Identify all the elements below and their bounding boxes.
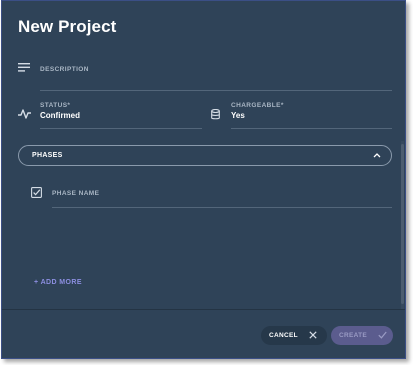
phases-label: PHASES [32, 152, 63, 159]
create-button[interactable]: CREATE [331, 326, 393, 345]
description-label: DESCRIPTION [40, 66, 89, 73]
chargeable-underline [231, 128, 392, 129]
scrollbar-thumb[interactable] [401, 144, 404, 304]
close-icon [309, 331, 317, 339]
chargeable-field[interactable]: Yes [231, 111, 245, 120]
notes-icon [18, 63, 30, 72]
check-icon [378, 331, 387, 339]
add-more-link[interactable]: + ADD MORE [34, 279, 82, 286]
status-underline [40, 128, 202, 129]
create-button-label: CREATE [339, 332, 368, 339]
status-field[interactable]: Confirmed [40, 111, 80, 120]
new-project-dialog: New Project DESCRIPTION STATUS* Confirme… [1, 0, 406, 359]
checkbox-checked-icon[interactable] [31, 187, 42, 198]
phases-section-toggle[interactable]: PHASES [18, 145, 392, 166]
database-icon [211, 109, 220, 120]
chargeable-label: CHARGEABLE* [231, 102, 284, 109]
activity-icon [18, 109, 31, 119]
chevron-up-icon [373, 153, 381, 158]
phase-name-underline [52, 207, 392, 208]
footer-divider [2, 309, 405, 310]
phase-name-field[interactable] [52, 197, 392, 207]
status-label: STATUS* [40, 102, 71, 109]
dialog-title: New Project [18, 17, 117, 36]
cancel-button[interactable]: CANCEL [261, 326, 327, 345]
description-field[interactable] [40, 77, 392, 89]
description-underline [40, 90, 392, 91]
phase-name-label: PHASE NAME [52, 190, 100, 197]
cancel-button-label: CANCEL [269, 332, 298, 339]
